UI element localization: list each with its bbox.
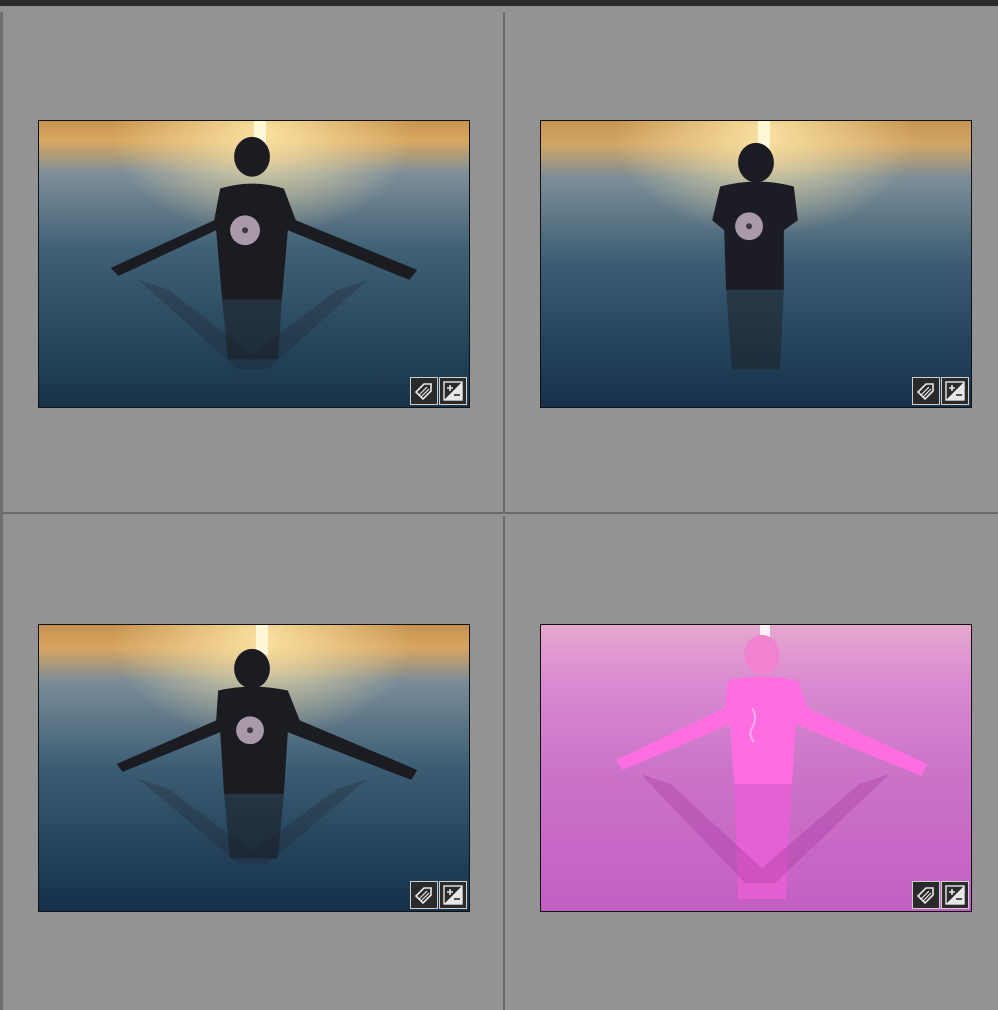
photo-image <box>541 121 971 407</box>
thumbnail-3[interactable] <box>38 624 470 912</box>
tag-icon[interactable] <box>410 881 438 909</box>
photo-image <box>541 625 971 911</box>
photo-image <box>39 121 469 407</box>
thumbnail-badges <box>912 881 969 909</box>
exposure-adjustment-icon[interactable] <box>941 377 969 405</box>
thumbnail-badges <box>410 881 467 909</box>
exposure-adjustment-icon[interactable] <box>941 881 969 909</box>
photo-image <box>39 625 469 911</box>
grid-cell-1[interactable] <box>3 12 505 514</box>
grid-cell-2[interactable] <box>505 12 998 514</box>
grid-cell-4[interactable] <box>505 516 998 1010</box>
thumbnail-badges <box>410 377 467 405</box>
thumbnail-2[interactable] <box>540 120 972 408</box>
photo-grid <box>0 0 998 1010</box>
thumbnail-4[interactable] <box>540 624 972 912</box>
exposure-adjustment-icon[interactable] <box>439 881 467 909</box>
exposure-adjustment-icon[interactable] <box>439 377 467 405</box>
grid-cell-3[interactable] <box>3 516 505 1010</box>
tag-icon[interactable] <box>912 377 940 405</box>
tag-icon[interactable] <box>912 881 940 909</box>
tag-icon[interactable] <box>410 377 438 405</box>
thumbnail-badges <box>912 377 969 405</box>
thumbnail-1[interactable] <box>38 120 470 408</box>
